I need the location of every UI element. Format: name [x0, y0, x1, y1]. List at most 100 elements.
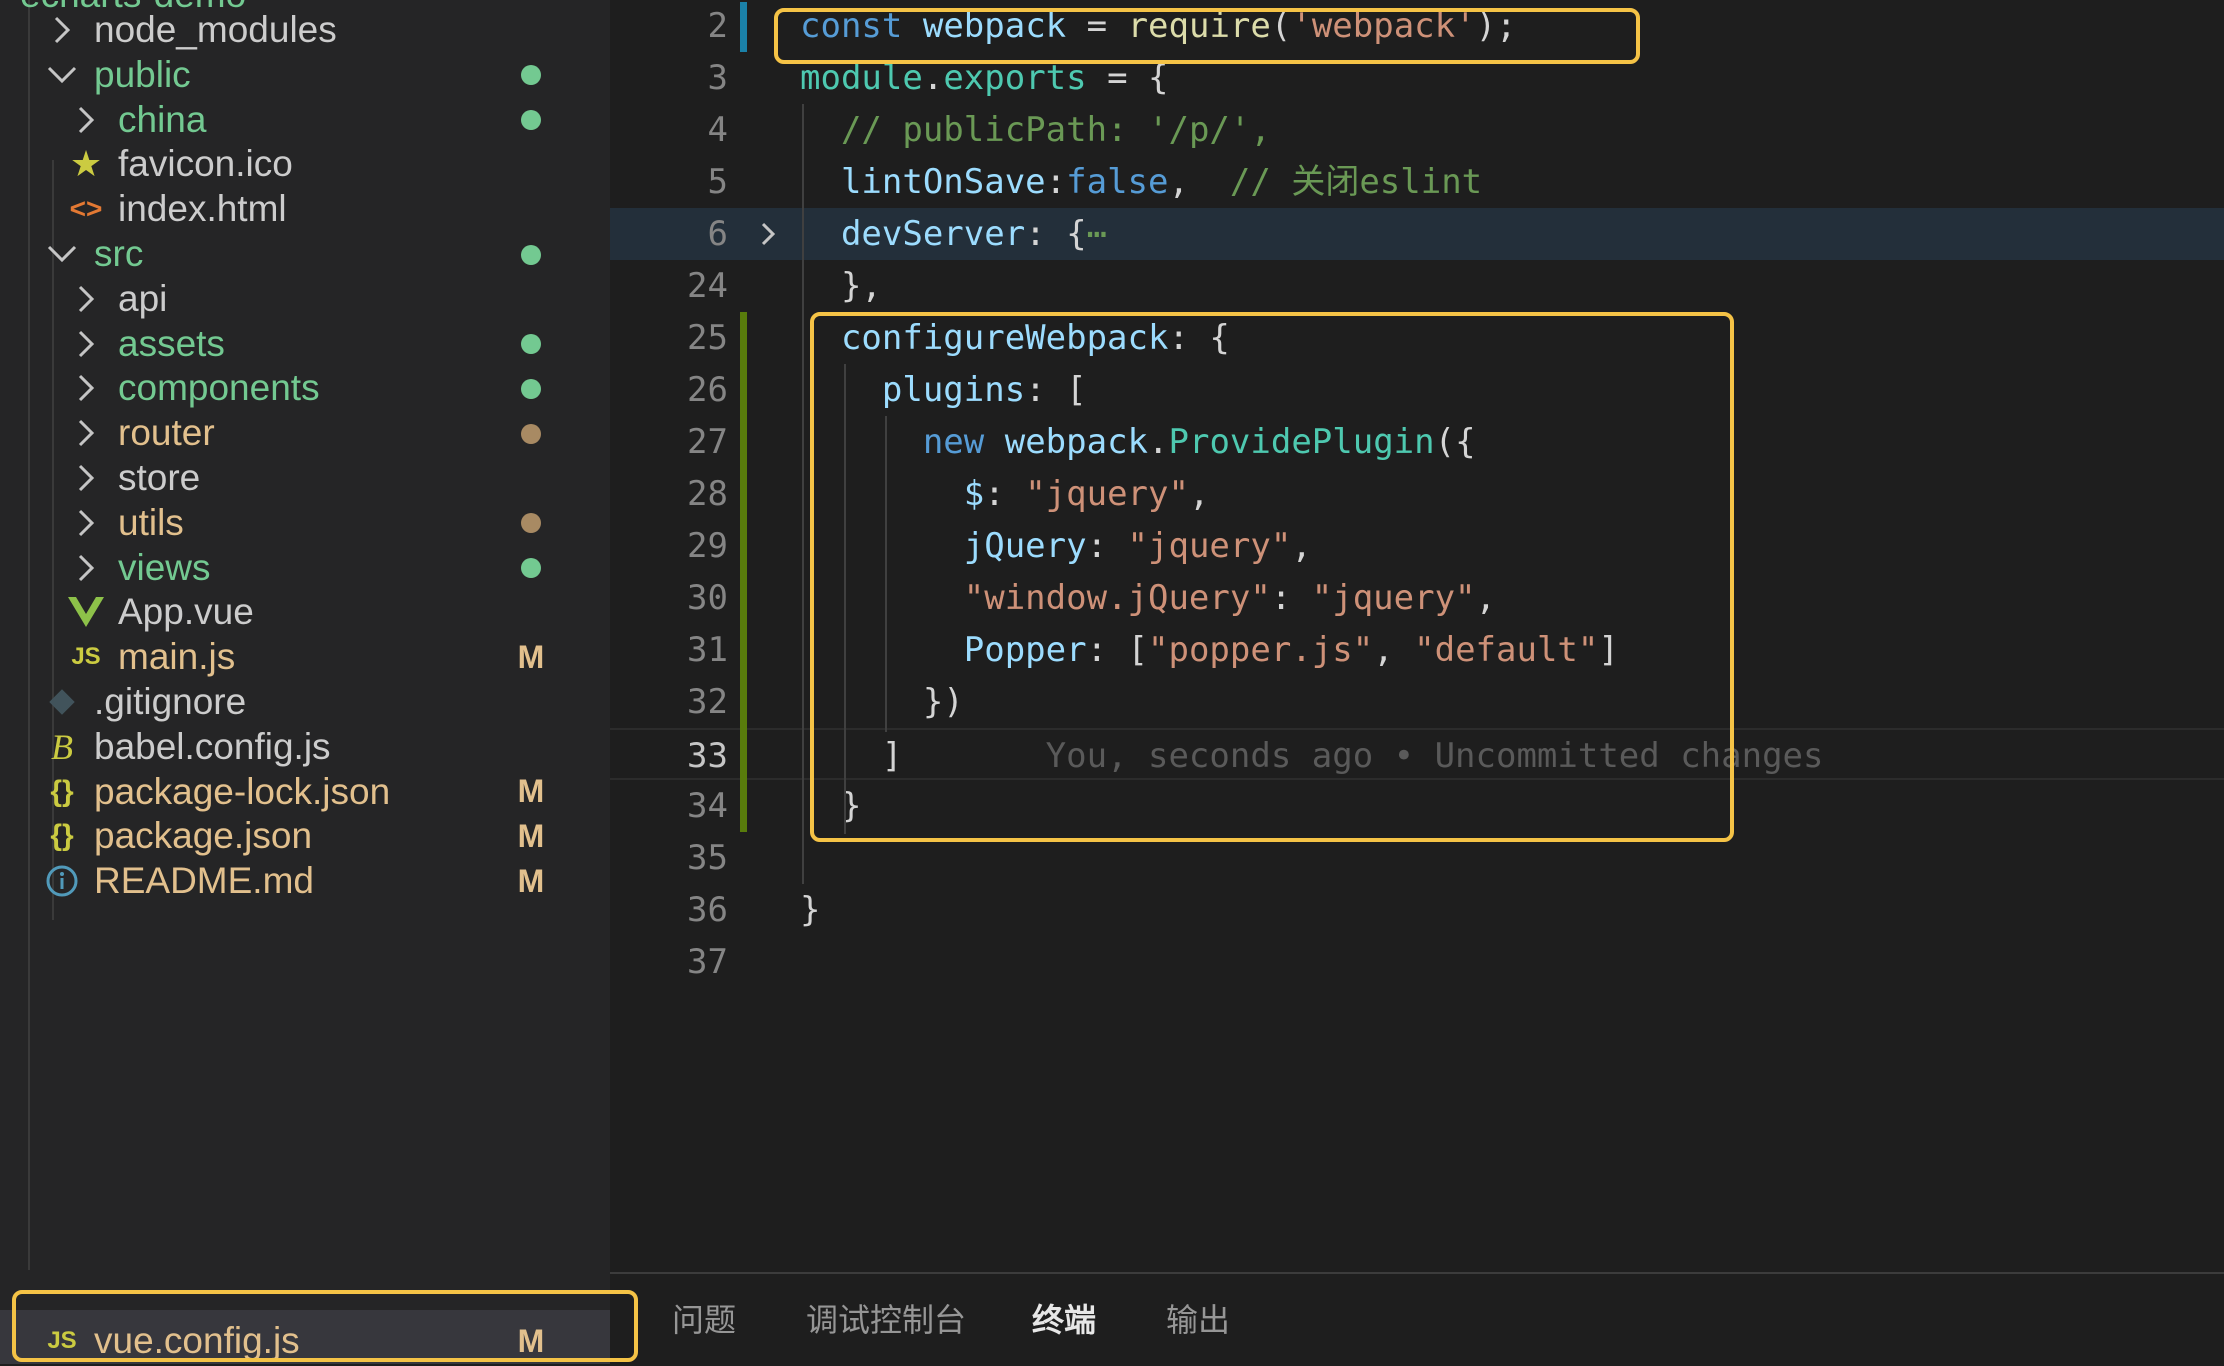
chevron-right-icon[interactable]: [42, 15, 82, 45]
tree-item-main-js[interactable]: JS main.js M: [0, 635, 610, 679]
json-braces-icon: {}: [50, 774, 74, 808]
tree-item-store[interactable]: store: [0, 456, 610, 500]
git-status-dot: [514, 370, 548, 407]
tree-item-public[interactable]: public: [0, 53, 610, 97]
tree-item-assets[interactable]: assets: [0, 322, 610, 366]
code-token: lintOnSave: [840, 162, 1046, 202]
status-dot-icon: [521, 65, 541, 86]
chevron-right-icon[interactable]: [66, 329, 106, 359]
line-number: 34: [687, 786, 728, 826]
html-brackets-icon: <>: [69, 193, 103, 225]
line-number: 27: [687, 422, 728, 462]
line-number: 35: [687, 838, 728, 878]
code-token: ⋯: [1086, 214, 1108, 254]
code-token: // publicPath: '/p/',: [840, 110, 1271, 150]
panel-tab-0[interactable]: 问题: [672, 1274, 736, 1366]
code-editor[interactable]: 2 const webpack = require('webpack'); 3 mod…: [610, 0, 2224, 1272]
git-status-dot: [514, 504, 548, 541]
tree-item-components[interactable]: components: [0, 366, 610, 410]
highlight-box-require-webpack: [774, 8, 1640, 64]
git-status-dot: [514, 549, 548, 586]
status-dot-icon: [521, 334, 541, 355]
status-dot-icon: [521, 423, 541, 444]
status-dot-icon: [521, 244, 541, 265]
code-token: module: [800, 58, 923, 98]
star-icon: ★: [69, 143, 103, 185]
tree-item-app-vue[interactable]: App.vue: [0, 590, 610, 634]
code-token: // 关闭eslint: [1229, 162, 1483, 202]
line-number: 5: [707, 162, 728, 202]
code-token: :: [1045, 162, 1067, 202]
code-token: = {: [1086, 58, 1169, 98]
chevron-right-icon[interactable]: [66, 463, 106, 493]
chevron-right-icon[interactable]: [66, 508, 106, 538]
line-number: 29: [687, 526, 728, 566]
tree-item-package-lock-json[interactable]: {} package-lock.json M: [0, 770, 610, 814]
code-line[interactable]: 37: [610, 936, 2224, 988]
tree-item-gitignore[interactable]: .gitignore: [0, 680, 610, 724]
tree-item-utils[interactable]: utils: [0, 501, 610, 545]
tree-item-favicon-ico[interactable]: ★ favicon.ico: [0, 142, 610, 186]
chevron-down-icon[interactable]: [42, 63, 82, 87]
line-number: 28: [687, 474, 728, 514]
git-status-badge: M: [517, 862, 545, 899]
git-status-badge: M: [517, 773, 545, 810]
tree-item-label: App.vue: [118, 591, 254, 633]
code-line[interactable]: 4 // publicPath: '/p/',: [610, 104, 2224, 156]
git-diamond-icon: [42, 686, 82, 718]
tree-item-china[interactable]: china: [0, 98, 610, 142]
js-icon: JS: [71, 643, 101, 671]
status-dot-icon: [521, 110, 541, 131]
tree-item-label: api: [118, 277, 168, 319]
tree-item-src[interactable]: src: [0, 232, 610, 276]
tree-item-package-json[interactable]: {} package.json M: [0, 814, 610, 858]
tree-item-index-html[interactable]: <> index.html: [0, 187, 610, 231]
git-modified-gutter-bar: [740, 2, 747, 52]
line-number: 25: [687, 318, 728, 358]
tree-item-views[interactable]: views: [0, 546, 610, 590]
git-status-badge: M: [517, 817, 545, 854]
line-number: 2: [707, 6, 728, 46]
panel-tab-2[interactable]: 终端: [1032, 1274, 1096, 1366]
highlight-box-selected-file: [12, 1290, 638, 1362]
code-line[interactable]: 6 devServer: {⋯: [610, 208, 2224, 260]
panel-tab-1[interactable]: 调试控制台: [806, 1274, 966, 1366]
line-number: 31: [687, 630, 728, 670]
chevron-down-icon[interactable]: [42, 242, 82, 266]
status-dot-icon: [521, 558, 541, 579]
panel-tab-3[interactable]: 输出: [1166, 1274, 1230, 1366]
chevron-right-icon[interactable]: [66, 105, 106, 135]
line-number: 37: [687, 942, 728, 982]
tree-item-label: index.html: [118, 188, 287, 230]
tree-item-readme-md[interactable]: README.md M: [0, 859, 610, 903]
chevron-right-icon[interactable]: [66, 373, 106, 403]
json-braces-icon: {}: [50, 819, 74, 853]
tree-item-babel-config-js[interactable]: Bbabel.config.js: [0, 725, 610, 769]
tree-item-api[interactable]: api: [0, 277, 610, 321]
status-dot-icon: [521, 378, 541, 399]
indent-guide: [802, 104, 804, 884]
chevron-right-icon[interactable]: [66, 418, 106, 448]
explorer-sidebar: echarts-demo node_modulespublicchina★fav…: [0, 0, 610, 1364]
code-token: false: [1066, 162, 1169, 202]
info-circle-icon: [42, 864, 82, 898]
tree-item-node-modules[interactable]: node_modules: [0, 8, 610, 52]
git-status-dot: [514, 236, 548, 273]
code-line[interactable]: 36}: [610, 884, 2224, 936]
tree-item-router[interactable]: router: [0, 411, 610, 455]
line-number: 6: [707, 214, 728, 254]
code-token: exports: [943, 58, 1087, 98]
tree-item-label: .gitignore: [94, 681, 247, 722]
tree-item-label: babel.config.js: [94, 725, 331, 767]
git-status-dot: [514, 101, 548, 138]
code-line[interactable]: 5 lintOnSave:false, // 关闭eslint: [610, 156, 2224, 208]
code-line[interactable]: 24 },: [610, 260, 2224, 312]
chevron-right-icon[interactable]: [66, 553, 106, 583]
chevron-right-icon[interactable]: [66, 284, 106, 314]
git-status-badge: M: [517, 638, 545, 675]
git-status-dot: [514, 56, 548, 93]
code-text: lintOnSave:false, // 关闭eslint: [800, 156, 1482, 208]
code-text: devServer: {⋯: [800, 208, 1107, 260]
